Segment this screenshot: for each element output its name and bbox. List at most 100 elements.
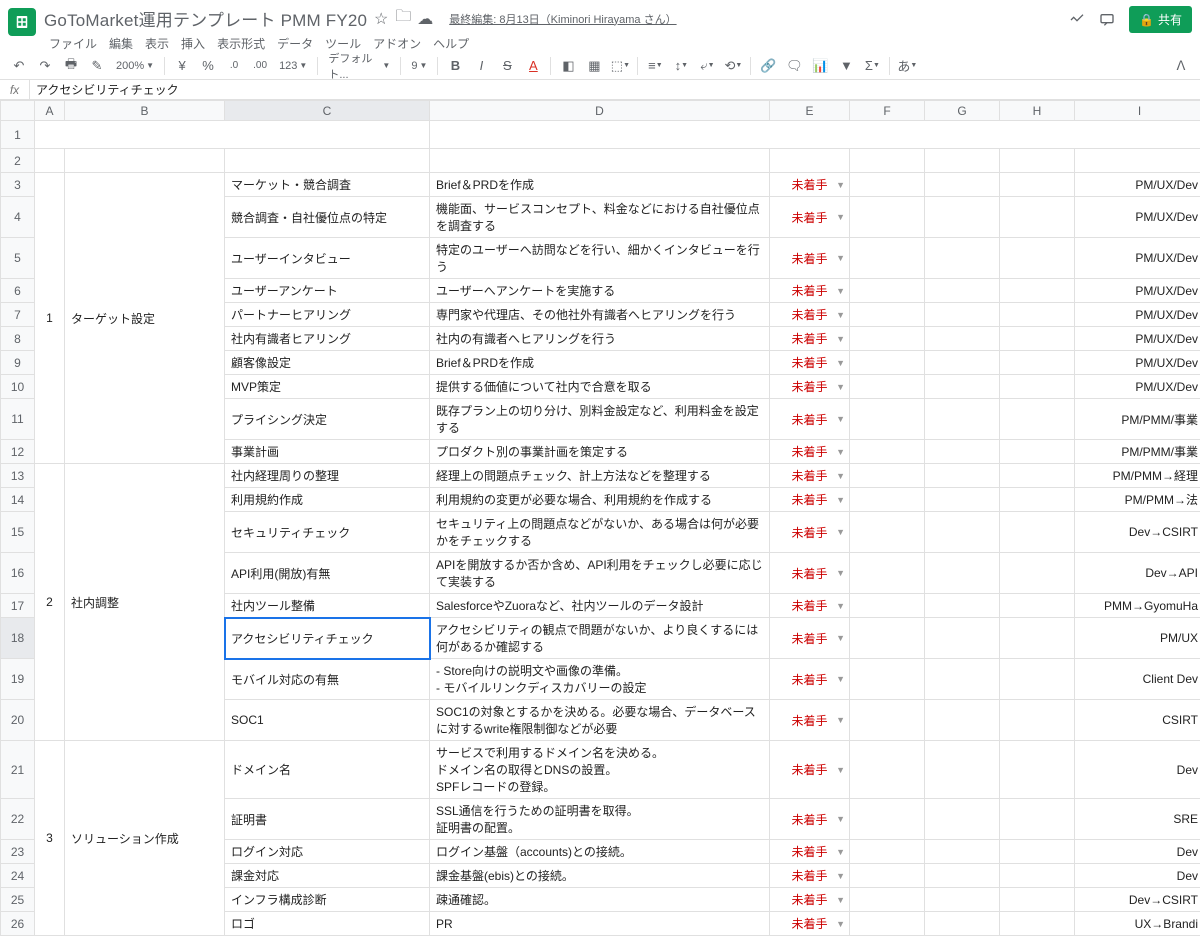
cell-start[interactable] [925, 864, 1000, 888]
group-no[interactable]: 2 [35, 464, 65, 741]
fill-color-button[interactable]: ◧ [557, 55, 579, 77]
cell-due[interactable] [850, 618, 925, 659]
cell-start[interactable] [925, 618, 1000, 659]
text-color-button[interactable]: A [522, 55, 544, 77]
formula-input[interactable]: アクセシビリティチェック [30, 81, 1200, 98]
col-header-A[interactable]: A [35, 101, 65, 121]
print-button[interactable]: 🖶 [60, 55, 82, 77]
comment-icon[interactable] [1099, 12, 1115, 28]
currency-button[interactable]: ¥ [171, 55, 193, 77]
cell-start[interactable] [925, 327, 1000, 351]
cloud-icon[interactable]: ☁ [417, 11, 433, 27]
cell-owner[interactable]: Client Dev [1075, 659, 1200, 700]
cell-detail[interactable]: 既存プラン上の切り分け、別料金設定など、利用料金を設定する [430, 399, 770, 440]
cell-status[interactable]: 未着手▼ [770, 399, 850, 440]
cell-detail[interactable]: PR [430, 912, 770, 936]
row-header-2[interactable]: 2 [1, 149, 35, 173]
cell-done[interactable] [1000, 197, 1075, 238]
chevron-down-icon[interactable]: ▼ [836, 334, 845, 344]
chevron-down-icon[interactable]: ▼ [836, 527, 845, 537]
cell-task[interactable]: アクセシビリティチェック [225, 618, 430, 659]
group-category[interactable]: ターゲット設定 [65, 173, 225, 464]
cell-done[interactable] [1000, 864, 1075, 888]
cell-due[interactable] [850, 279, 925, 303]
cell-detail[interactable]: SOC1の対象とするかを決める。必要な場合、データベースに対するwrite権限制… [430, 700, 770, 741]
last-edit[interactable]: 最終編集: 8月13日（Kiminori Hirayama さん） [449, 11, 676, 27]
borders-button[interactable]: ▦ [583, 55, 605, 77]
cell-due[interactable] [850, 912, 925, 936]
cell-owner[interactable]: CSIRT [1075, 700, 1200, 741]
cell-status[interactable]: 未着手▼ [770, 197, 850, 238]
chevron-down-icon[interactable]: ▼ [836, 471, 845, 481]
cell-due[interactable] [850, 173, 925, 197]
cell-owner[interactable]: PM/UX/Dev [1075, 238, 1200, 279]
sheet-grid[interactable]: ABCDEFGHI 1リリース予定日：xx月xx日2Noカテゴリタスク詳細状態期… [0, 100, 1200, 936]
cell-task[interactable]: 社内有識者ヒアリング [225, 327, 430, 351]
cell-done[interactable] [1000, 618, 1075, 659]
cell-status[interactable]: 未着手▼ [770, 700, 850, 741]
cell-start[interactable] [925, 464, 1000, 488]
paint-format-button[interactable]: ✎ [86, 55, 108, 77]
cell-status[interactable]: 未着手▼ [770, 173, 850, 197]
row-header-4[interactable]: 4 [1, 197, 35, 238]
row-header-18[interactable]: 18 [1, 618, 35, 659]
row-header-26[interactable]: 26 [1, 912, 35, 936]
cell-start[interactable] [925, 173, 1000, 197]
cell-start[interactable] [925, 197, 1000, 238]
cell-owner[interactable]: PM/UX/Dev [1075, 327, 1200, 351]
cell-task[interactable]: ロゴ [225, 912, 430, 936]
cell-status[interactable]: 未着手▼ [770, 912, 850, 936]
menu-編集[interactable]: 編集 [104, 33, 138, 54]
fx-icon[interactable]: fx [0, 80, 30, 99]
cell-owner[interactable]: PM/PMM/事業 [1075, 440, 1200, 464]
cell-owner[interactable]: Dev→CSIRT [1075, 512, 1200, 553]
empty-cell[interactable] [430, 121, 1200, 149]
cell-done[interactable] [1000, 399, 1075, 440]
cell-detail[interactable]: Brief＆PRDを作成 [430, 173, 770, 197]
cell-status[interactable]: 未着手▼ [770, 741, 850, 799]
cell-detail[interactable]: APIを開放するか否か含め、API利用をチェックし必要に応じて実装する [430, 553, 770, 594]
chevron-down-icon[interactable]: ▼ [836, 286, 845, 296]
cell-done[interactable] [1000, 512, 1075, 553]
cell-owner[interactable]: UX→Brandi [1075, 912, 1200, 936]
format-select[interactable]: 123▼ [275, 60, 311, 72]
row-header-8[interactable]: 8 [1, 327, 35, 351]
share-button[interactable]: 🔒 共有 [1129, 6, 1192, 33]
chevron-down-icon[interactable]: ▼ [836, 447, 845, 457]
cell-task[interactable]: 競合調査・自社優位点の特定 [225, 197, 430, 238]
cell-done[interactable] [1000, 799, 1075, 840]
cell-task[interactable]: 事業計画 [225, 440, 430, 464]
cell-start[interactable] [925, 512, 1000, 553]
row-header-15[interactable]: 15 [1, 512, 35, 553]
star-icon[interactable]: ☆ [373, 11, 389, 27]
cell-task[interactable]: ユーザーアンケート [225, 279, 430, 303]
cell-status[interactable]: 未着手▼ [770, 464, 850, 488]
cell-status[interactable]: 未着手▼ [770, 375, 850, 399]
cell-done[interactable] [1000, 238, 1075, 279]
increase-decimal-button[interactable]: .00 [249, 55, 271, 77]
menu-ヘルプ[interactable]: ヘルプ [428, 33, 474, 54]
chevron-down-icon[interactable]: ▼ [836, 414, 845, 424]
cell-start[interactable] [925, 303, 1000, 327]
cell-owner[interactable]: Dev [1075, 840, 1200, 864]
cell-owner[interactable]: PM/UX/Dev [1075, 303, 1200, 327]
cell-detail[interactable]: 利用規約の変更が必要な場合、利用規約を作成する [430, 488, 770, 512]
cell-owner[interactable]: Dev→API [1075, 553, 1200, 594]
cell-start[interactable] [925, 840, 1000, 864]
col-header-G[interactable]: G [925, 101, 1000, 121]
row-header-1[interactable]: 1 [1, 121, 35, 149]
cell-start[interactable] [925, 553, 1000, 594]
cell-start[interactable] [925, 238, 1000, 279]
cell-detail[interactable]: SSL通信を行うための証明書を取得。 証明書の配置。 [430, 799, 770, 840]
cell-task[interactable]: 社内ツール整備 [225, 594, 430, 618]
cell-detail[interactable]: 経理上の問題点チェック、計上方法などを整理する [430, 464, 770, 488]
row-header-14[interactable]: 14 [1, 488, 35, 512]
row-header-20[interactable]: 20 [1, 700, 35, 741]
cell-done[interactable] [1000, 594, 1075, 618]
cell-detail[interactable]: 専門家や代理店、その他社外有識者へヒアリングを行う [430, 303, 770, 327]
row-header-10[interactable]: 10 [1, 375, 35, 399]
row-header-3[interactable]: 3 [1, 173, 35, 197]
cell-status[interactable]: 未着手▼ [770, 488, 850, 512]
group-no[interactable]: 1 [35, 173, 65, 464]
menu-表示形式[interactable]: 表示形式 [212, 33, 270, 54]
